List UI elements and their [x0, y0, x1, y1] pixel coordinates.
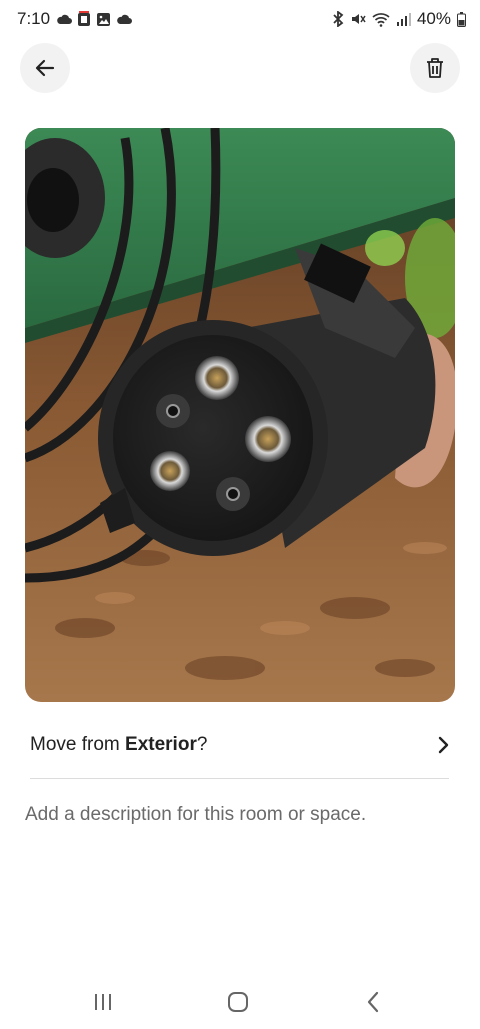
chevron-right-icon — [438, 736, 449, 754]
bluetooth-icon — [333, 11, 344, 27]
delete-button[interactable] — [410, 43, 460, 93]
system-indicators: 40% — [332, 9, 466, 29]
description-input[interactable]: Add a description for this room or space… — [25, 804, 366, 826]
move-room-text: Move from Exterior? — [30, 734, 207, 756]
divider — [30, 778, 449, 779]
room-photo[interactable] — [25, 128, 455, 702]
system-nav-bar — [0, 975, 480, 1029]
move-room-name: Exterior — [125, 734, 197, 755]
system-back-button[interactable] — [353, 985, 393, 1019]
arrow-left-icon — [35, 59, 55, 77]
photo-ev-charger-connector — [25, 128, 455, 702]
recents-button[interactable] — [83, 985, 123, 1019]
home-icon — [228, 992, 248, 1012]
mute-icon — [351, 14, 366, 24]
cloud-icon — [57, 14, 72, 24]
wifi-icon — [372, 12, 390, 27]
trash-icon — [427, 58, 443, 78]
move-suffix: ? — [196, 734, 208, 755]
gallery-icon — [97, 12, 110, 26]
move-prefix: Move from — [30, 734, 126, 755]
b-app-icon — [78, 11, 90, 26]
status-bar: 7:10 40% — [0, 0, 480, 40]
cloud-icon — [117, 14, 132, 24]
move-room-row[interactable]: Move from Exterior? — [30, 722, 450, 768]
battery-percent: 40% — [416, 9, 451, 28]
recents-icon — [95, 994, 111, 1010]
back-icon — [367, 991, 379, 1013]
notification-icons — [56, 11, 133, 27]
status-time: 7:10 — [17, 9, 51, 28]
battery-icon — [457, 11, 466, 27]
back-button[interactable] — [20, 43, 70, 93]
home-button[interactable] — [218, 985, 258, 1019]
signal-icon — [396, 13, 411, 26]
